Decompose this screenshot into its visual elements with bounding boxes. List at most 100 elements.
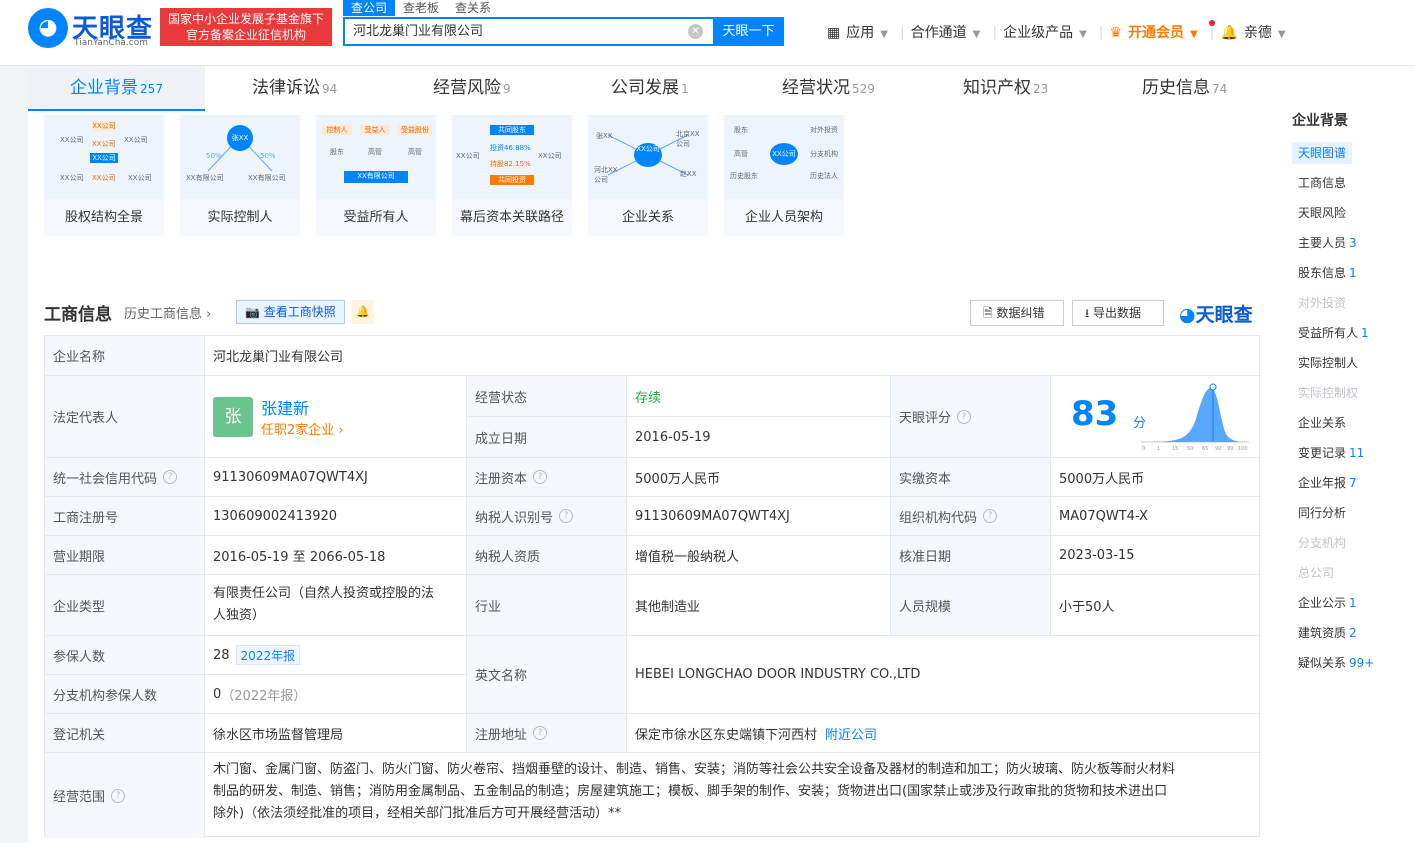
side-nav-item[interactable]: 主要人员 3 [1292, 232, 1363, 254]
side-nav-item-label: 变更记录 [1298, 446, 1347, 460]
search-input[interactable]: 河北龙巢门业有限公司 ✕ [343, 17, 713, 46]
side-nav-item[interactable]: 股东信息 1 [1292, 262, 1363, 284]
diagram-node: 高管 [368, 148, 382, 156]
nav-enterprise[interactable]: 企业级产品 [1003, 25, 1073, 41]
card-label: 实际控制人 [207, 210, 273, 225]
nav-user[interactable]: 亲德 [1244, 25, 1272, 41]
export-data-button[interactable]: ⭳ 导出数据 [1072, 300, 1164, 326]
score-value: 83 [1071, 394, 1119, 434]
side-nav-item-label: 天眼风险 [1298, 206, 1347, 220]
side-nav-item-label: 同行分析 [1298, 506, 1347, 520]
scope-line: 除外)（依法须经批准的项目，经相关部门批准后方可开展经营活动）** [213, 806, 622, 821]
label-score: 天眼评分? [891, 376, 1051, 458]
correct-data-button[interactable]: 🗎 数据纠错 [970, 300, 1064, 326]
company-type-line: 有限责任公司（自然人投资或控股的法 [213, 586, 435, 601]
label-branch-insured: 分支机构参保人数 [45, 675, 205, 714]
question-icon[interactable]: ? [533, 726, 548, 740]
legal-rep-positions-label: 任职2家企业 [261, 423, 335, 438]
section-title: 工商信息 [44, 305, 112, 325]
history-link[interactable]: 历史工商信息 › [124, 303, 211, 322]
question-icon[interactable]: ? [111, 788, 126, 803]
card-actual-controller[interactable]: 张XX 50% 50% XX有限公司 XX有限公司 实际控制人 [180, 115, 300, 236]
nav-vip[interactable]: 开通会员 [1128, 25, 1184, 41]
question-icon[interactable]: ? [957, 409, 972, 424]
bell-icon[interactable]: 🔔 [1220, 25, 1237, 41]
chevron-down-icon: ▼ [1079, 29, 1087, 40]
diagram-node: 分支机构 [810, 150, 838, 158]
card-label: 股权结构全景 [64, 210, 143, 225]
side-nav-item[interactable]: 变更记录 11 [1292, 442, 1370, 464]
tab-risk[interactable]: 经营风险 9 [433, 66, 511, 111]
org-code-value: MA07QWT4-X [1051, 497, 1261, 536]
card-enterprise-relations[interactable]: 张XX XX公司 北京XX公司 河北XX公司 赵XX 企业关系 [588, 115, 708, 236]
search-tab-boss[interactable]: 查老板 [395, 0, 447, 16]
score-cell[interactable]: 83 分 0 1 15 50 65 90 99 100 [1051, 376, 1261, 458]
question-icon[interactable]: ? [559, 509, 574, 523]
tab-background[interactable]: 企业背景 257 [28, 66, 205, 111]
side-nav-item[interactable]: 天眼风险 [1292, 202, 1352, 224]
tab-legal[interactable]: 法律诉讼 94 [252, 66, 337, 111]
question-icon[interactable]: ? [533, 470, 548, 484]
side-nav-item[interactable]: 受益所有人 1 [1292, 322, 1375, 344]
diagram-node: 历史法人 [810, 172, 838, 180]
grid-icon: ▦ [827, 25, 841, 41]
question-icon[interactable]: ? [163, 470, 178, 484]
diagram-node: 河北XX公司 [594, 166, 618, 184]
label-industry: 行业 [467, 575, 627, 636]
diagram-node: XX公司 [92, 121, 116, 131]
diagram-percent: 50% [206, 152, 222, 160]
card-capital-path[interactable]: 共同股东 投资46.88% XX公司 XX公司 持股82.15% 共同投资 幕后… [452, 115, 572, 236]
diagram-node: XX公司 [456, 152, 480, 160]
company-type-value: 有限责任公司（自然人投资或控股的法 人独资） [205, 575, 467, 636]
score-tick: 100 [1238, 446, 1248, 452]
nearby-companies-link[interactable]: 附近公司 [825, 724, 877, 743]
insured-report-tag[interactable]: 2022年报 [235, 645, 301, 665]
tab-ip[interactable]: 知识产权 23 [963, 66, 1048, 111]
side-nav-item[interactable]: 企业年报 7 [1292, 472, 1363, 494]
side-nav-item[interactable]: 工商信息 [1292, 172, 1352, 194]
label-english-name: 英文名称 [467, 636, 627, 714]
card-personnel-structure[interactable]: 股东 高管 历史股东 XX公司 对外投资 分支机构 历史法人 企业人员架构 [724, 115, 844, 236]
question-icon[interactable]: ? [983, 509, 998, 523]
side-nav-item-count: 7 [1349, 476, 1357, 490]
side-nav-item[interactable]: 天眼图谱 [1292, 142, 1353, 164]
legal-rep-positions[interactable]: 任职2家企业 › [261, 419, 344, 438]
card-beneficial-owner[interactable]: 控制人 受益人 受益股份 股东 高管 高管 XX有限公司 受益所有人 [316, 115, 436, 236]
alert-icon[interactable]: 🔔 [352, 300, 374, 324]
tab-label: 经营状况 [782, 78, 850, 98]
label-address: 注册地址? [467, 714, 627, 753]
tab-count: 1 [681, 82, 689, 96]
nav-coop[interactable]: 合作通道 [911, 25, 967, 41]
side-nav-item[interactable]: 疑似关系 99+ [1292, 652, 1380, 674]
search-tab-company[interactable]: 查公司 [343, 0, 396, 16]
tab-operation[interactable]: 经营状况 529 [782, 66, 875, 111]
controller-diagram: 张XX 50% 50% XX有限公司 XX有限公司 [180, 115, 300, 199]
tab-history[interactable]: 历史信息 74 [1142, 66, 1227, 111]
search-button[interactable]: 天眼一下 [713, 17, 784, 46]
card-equity-structure[interactable]: XX公司 XX公司 XX公司 XX公司 XX公司 XX公司 XX公司 XX公司 … [44, 115, 164, 236]
diagram-center-node: XX公司 [770, 143, 798, 165]
clear-icon[interactable]: ✕ [688, 24, 703, 39]
snapshot-button[interactable]: 📷 查看工商快照 [236, 300, 345, 324]
legal-rep-name[interactable]: 张建新 [261, 395, 309, 419]
label-org-code-text: 组织机构代码 [899, 510, 978, 526]
side-nav-item[interactable]: 同行分析 [1292, 502, 1352, 524]
tab-development[interactable]: 公司发展 1 [611, 66, 689, 111]
side-nav-item-count: 1 [1349, 596, 1357, 610]
score-tick: 0 [1142, 446, 1145, 452]
certification-badge[interactable]: 国家中小企业发展子基金旗下 官方备案企业征信机构 [160, 8, 332, 46]
chevron-down-icon: ▼ [1190, 29, 1198, 40]
label-address-text: 注册地址 [475, 727, 528, 743]
label-scope: 经营范围? [45, 753, 205, 838]
diagram-center-node: 张XX [227, 125, 253, 151]
search-tab-relation[interactable]: 查关系 [447, 0, 499, 16]
notification-dot [1209, 20, 1215, 26]
side-nav-item[interactable]: 建筑资质 2 [1292, 622, 1363, 644]
side-nav-item[interactable]: 实际控制人 [1292, 352, 1364, 374]
side-nav-item[interactable]: 企业关系 [1292, 412, 1352, 434]
diagram-node: 对外投资 [810, 126, 838, 134]
side-nav-item-label: 股东信息 [1298, 266, 1347, 280]
nav-app[interactable]: 应用 [846, 25, 874, 41]
side-nav-item-count: 1 [1361, 326, 1369, 340]
side-nav-item[interactable]: 企业公示 1 [1292, 592, 1363, 614]
